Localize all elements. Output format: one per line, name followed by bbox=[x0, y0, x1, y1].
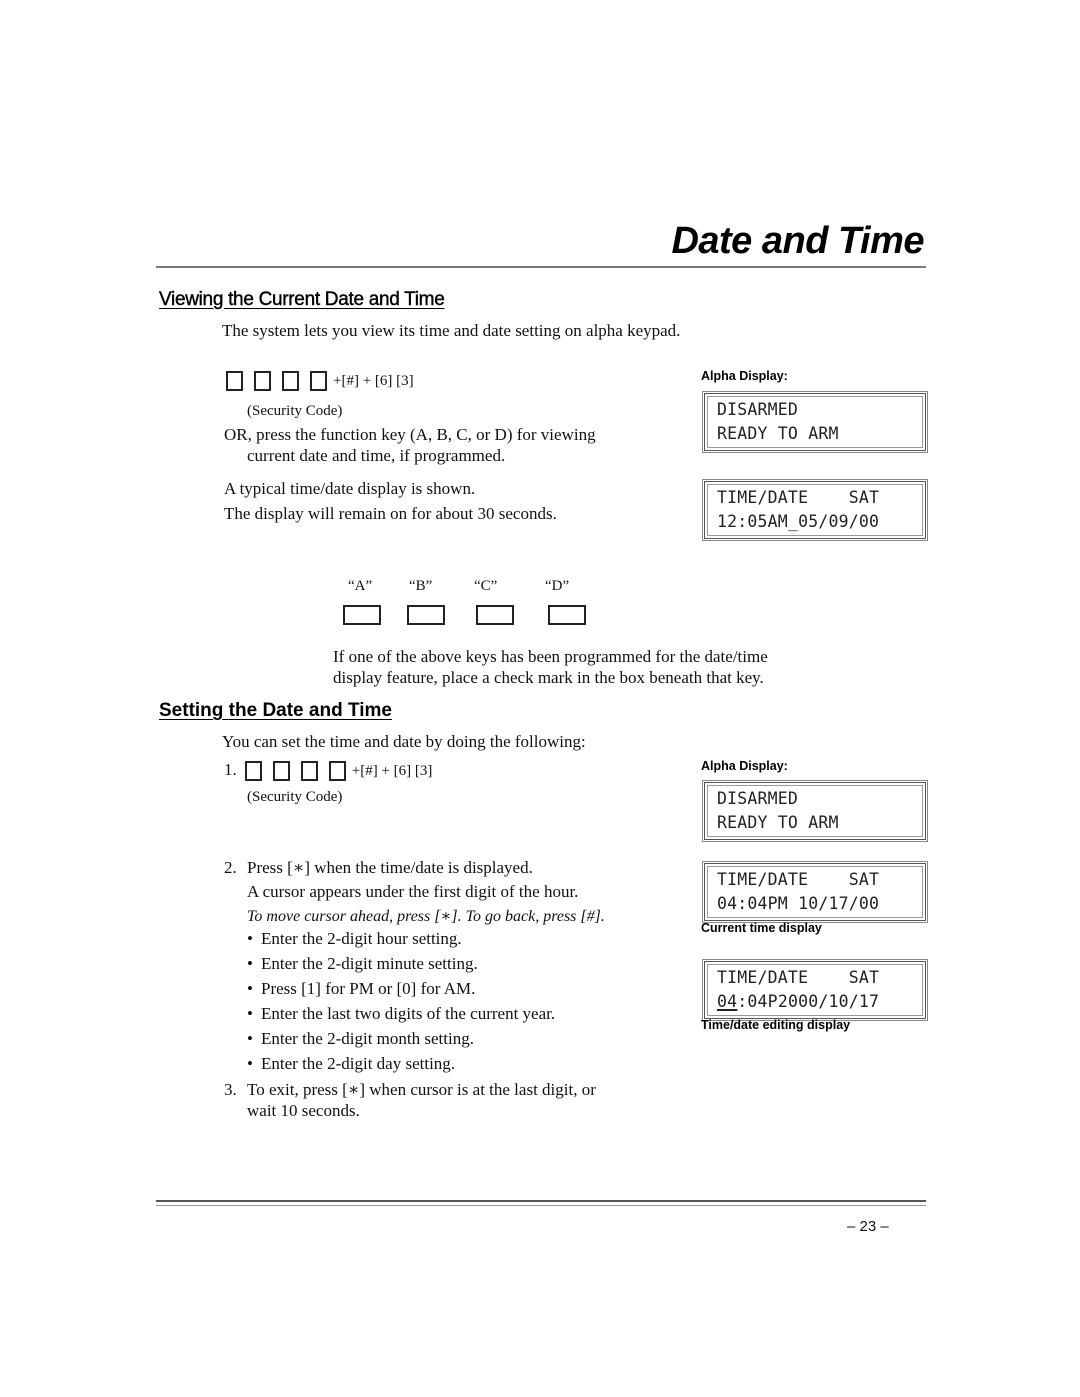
edit-cursor: 04 bbox=[717, 992, 738, 1011]
step-2-text: Press [∗] when the time/date is displaye… bbox=[247, 858, 533, 877]
lcd-line-1: TIME/DATE SAT bbox=[717, 870, 880, 889]
lcd-line-2: READY TO ARM bbox=[717, 424, 839, 443]
key-sequence: +[#] + [6] [3] bbox=[333, 373, 414, 389]
page-title: Date and Time bbox=[671, 220, 924, 262]
function-key-label-a: “A” bbox=[348, 578, 373, 594]
typical-display-text: A typical time/date display is shown. bbox=[224, 479, 476, 498]
header-rule bbox=[156, 266, 926, 268]
setting-intro: You can set the time and date by doing t… bbox=[222, 732, 586, 751]
footer-rule bbox=[156, 1200, 926, 1206]
bullet-item: • Enter the 2-digit month setting. bbox=[247, 1029, 474, 1048]
step-3-number: 3. bbox=[224, 1080, 237, 1099]
lcd-line-1: TIME/DATE SAT bbox=[717, 968, 880, 987]
step-3: 3. To exit, press [∗] when cursor is at t… bbox=[224, 1079, 596, 1101]
programmed-note-1: If one of the above keys has been progra… bbox=[333, 647, 768, 666]
security-code-label: (Security Code) bbox=[247, 403, 343, 419]
lcd-display-disarmed: DISARMED READY TO ARM bbox=[702, 391, 928, 453]
step-1: 1. +[#] + [6] [3] bbox=[224, 759, 432, 782]
current-time-display-caption: Current time display bbox=[701, 921, 822, 935]
step-1-sequence: +[#] + [6] [3] bbox=[351, 763, 433, 779]
alpha-display-label: Alpha Display: bbox=[701, 369, 788, 383]
lcd-display-editing: TIME/DATE SAT 04:04P2000/10/17 bbox=[702, 959, 928, 1021]
or-line-2: current date and time, if programmed. bbox=[247, 446, 506, 465]
bullet-item: • Press [1] for PM or [0] for AM. bbox=[247, 979, 476, 998]
code-digit-box bbox=[272, 761, 290, 782]
section-heading-viewing: Viewing the Current Date and Time bbox=[159, 289, 445, 310]
function-key-checkbox-d[interactable] bbox=[548, 605, 586, 625]
lcd-display-disarmed: DISARMED READY TO ARM bbox=[702, 780, 928, 842]
lcd-display-time-date: TIME/DATE SAT 12:05AM_05/09/00 bbox=[702, 479, 928, 541]
code-digit-box bbox=[226, 371, 243, 392]
code-digit-box bbox=[282, 371, 299, 392]
lcd-line-1: DISARMED bbox=[717, 400, 799, 419]
bullet-item: • Enter the 2-digit hour setting. bbox=[247, 929, 462, 948]
function-key-checkbox-a[interactable] bbox=[343, 605, 381, 625]
remain-on-text: The display will remain on for about 30 … bbox=[224, 504, 557, 523]
security-code-sequence: +[#] + [6] [3] bbox=[226, 369, 414, 392]
code-digit-box bbox=[254, 371, 271, 392]
lcd-display-current-time: TIME/DATE SAT 04:04PM 10/17/00 bbox=[702, 861, 928, 923]
or-line-1: OR, press the function key (A, B, C, or … bbox=[224, 425, 596, 444]
function-key-label-c: “C” bbox=[474, 578, 498, 594]
security-code-label: (Security Code) bbox=[247, 789, 343, 805]
code-digit-box bbox=[310, 371, 327, 392]
lcd-line-1: TIME/DATE SAT bbox=[717, 488, 880, 507]
code-digit-box bbox=[300, 761, 318, 782]
function-key-checkbox-b[interactable] bbox=[407, 605, 445, 625]
step-2: 2. Press [∗] when the time/date is displa… bbox=[224, 857, 533, 879]
function-key-label-d: “D” bbox=[545, 578, 570, 594]
step-3-line-2: wait 10 seconds. bbox=[247, 1101, 360, 1120]
lcd-line-1: DISARMED bbox=[717, 789, 799, 808]
lcd-line-2: 04:04PM 10/17/00 bbox=[717, 894, 880, 913]
programmed-note-2: display feature, place a check mark in t… bbox=[333, 668, 764, 687]
lcd-line-2: 04:04P2000/10/17 bbox=[717, 992, 880, 1011]
function-key-checkbox-c[interactable] bbox=[476, 605, 514, 625]
lcd-line-2: READY TO ARM bbox=[717, 813, 839, 832]
step-3-text: To exit, press [∗] when cursor is at the… bbox=[247, 1080, 596, 1099]
bullet-item: • Enter the 2-digit minute setting. bbox=[247, 954, 478, 973]
step-2-cursor-text: A cursor appears under the first digit o… bbox=[247, 882, 579, 901]
code-digit-box bbox=[244, 761, 262, 782]
step-2-number: 2. bbox=[224, 858, 237, 877]
code-digit-box bbox=[328, 761, 346, 782]
alpha-display-label: Alpha Display: bbox=[701, 759, 788, 773]
section-heading-setting: Setting the Date and Time bbox=[159, 700, 392, 721]
step-1-number: 1. bbox=[224, 760, 237, 779]
viewing-intro: The system lets you view its time and da… bbox=[222, 321, 681, 340]
step-2-hint: To move cursor ahead, press [∗]. To go b… bbox=[247, 908, 605, 925]
bullet-item: • Enter the last two digits of the curren… bbox=[247, 1004, 556, 1023]
page-number: – 23 – bbox=[847, 1218, 889, 1235]
lcd-line-2: 12:05AM_05/09/00 bbox=[717, 512, 880, 531]
bullet-item: • Enter the 2-digit day setting. bbox=[247, 1054, 456, 1073]
function-key-label-b: “B” bbox=[409, 578, 433, 594]
editing-display-caption: Time/date editing display bbox=[701, 1018, 851, 1032]
